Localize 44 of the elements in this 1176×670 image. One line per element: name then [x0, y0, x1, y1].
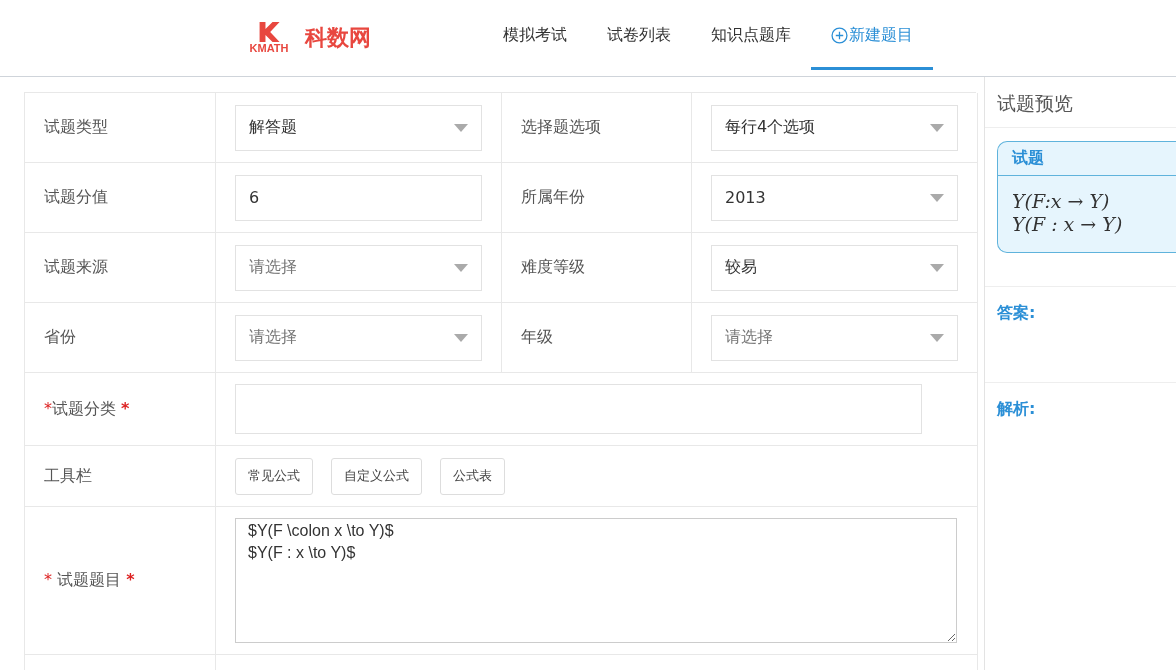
field-label: 所属年份 — [521, 187, 585, 208]
text-area[interactable]: $Y(F \colon x \to Y)$ $Y(F : x \to Y)$ — [235, 518, 957, 643]
field-label: *试题分类 * — [44, 398, 130, 420]
caret-icon — [454, 333, 468, 342]
input-field[interactable]: 6 — [235, 174, 482, 221]
logo-text: 科数网 — [305, 24, 371, 52]
toolbar-button[interactable]: 自定义公式 — [331, 457, 422, 495]
field-label: * 试题题目 * — [44, 570, 135, 591]
card-title: 试题 — [1012, 148, 1044, 169]
input-field[interactable] — [235, 384, 922, 434]
field-label: 试题类型 — [44, 117, 108, 138]
logo-mark: KMATH — [245, 22, 293, 54]
toolbar-button[interactable]: 常见公式 — [235, 457, 313, 495]
field-label: 试题来源 — [44, 257, 108, 278]
field-label: 年级 — [521, 327, 553, 348]
select-field[interactable]: 请选择 — [235, 244, 482, 291]
panel-title: 试题预览 — [985, 87, 1176, 128]
math-formula: Y(F : x → Y) — [1012, 213, 1124, 236]
math-formula: Y(F:x → Y) — [1012, 190, 1111, 213]
select-field[interactable]: 2013 — [711, 174, 958, 221]
select-field[interactable]: 请选择 — [235, 314, 482, 361]
nav-tab[interactable]: 模拟考试 — [483, 3, 587, 70]
field-label: 难度等级 — [521, 257, 585, 278]
toolbar-button[interactable]: 公式表 — [440, 457, 505, 495]
field-label: 试题分值 — [44, 187, 108, 208]
select-field[interactable]: 每行4个选项 — [711, 104, 958, 151]
caret-icon — [930, 333, 944, 342]
caret-icon — [930, 193, 944, 202]
caret-icon — [454, 123, 468, 132]
nav-tab[interactable]: 新建题目 — [811, 3, 933, 70]
select-field[interactable]: 解答题 — [235, 104, 482, 151]
select-field[interactable]: 较易 — [711, 244, 958, 291]
nav-tab[interactable]: 试卷列表 — [587, 3, 691, 70]
caret-icon — [930, 123, 944, 132]
nav-tab[interactable]: 知识点题库 — [691, 3, 811, 70]
plus-circle-icon — [831, 26, 848, 44]
section-label: 解析: — [997, 399, 1036, 418]
field-label: 工具栏 — [44, 465, 92, 487]
select-field[interactable]: 请选择 — [711, 314, 958, 361]
field-label: 选择题选项 — [521, 117, 601, 138]
caret-icon — [454, 263, 468, 272]
caret-icon — [930, 263, 944, 272]
field-label: 省份 — [44, 327, 76, 348]
section-label: 答案: — [997, 303, 1036, 322]
